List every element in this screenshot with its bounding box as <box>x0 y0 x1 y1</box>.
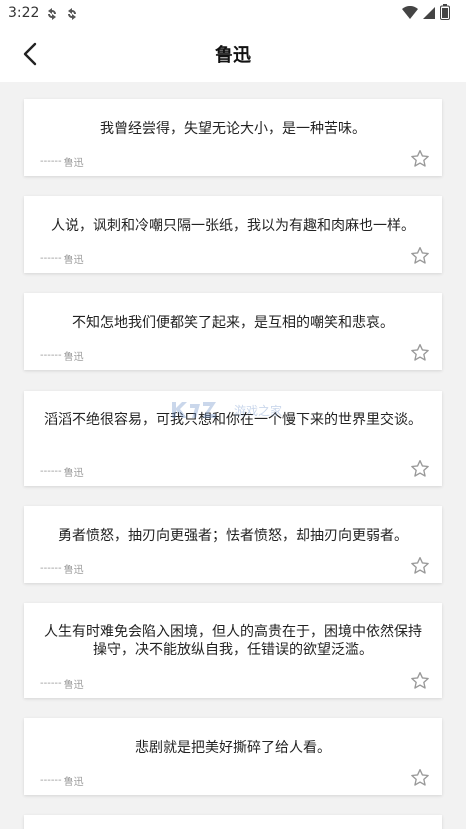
quote-text: 我曾经尝得，失望无论大小，是一种苦味。 <box>100 121 366 137</box>
quote-card[interactable]: 不知怎地我们便都笑了起来，是互相的嘲笑和悲哀。 ------ 鲁迅 <box>24 293 442 370</box>
favorite-star-icon[interactable] <box>410 246 430 266</box>
author-dashes: ------ <box>40 350 62 361</box>
status-bar: 3:22 <box>0 0 466 26</box>
quote-text: 勇者愤怒，抽刃向更强者；怯者愤怒，却抽刃向更弱者。 <box>58 528 408 544</box>
author-name: 鲁迅 <box>63 680 84 691</box>
page-title: 鲁迅 <box>215 45 251 66</box>
author-name: 鲁迅 <box>63 468 84 479</box>
quote-card[interactable]: 勇者愤怒，抽刃向更强者；怯者愤怒，却抽刃向更弱者。 ------ 鲁迅 <box>24 506 442 583</box>
quote-author: ------ 鲁迅 <box>40 561 84 576</box>
quote-card-partial[interactable] <box>24 815 442 829</box>
author-name: 鲁迅 <box>63 352 84 363</box>
quote-author: ------ 鲁迅 <box>40 773 84 788</box>
quote-text: 悲剧就是把美好撕碎了给人看。 <box>135 740 331 756</box>
author-name: 鲁迅 <box>63 565 84 576</box>
app-bar: 鲁迅 <box>0 26 466 82</box>
quote-text: 滔滔不绝很容易，可我只想和你在一个慢下来的世界里交谈。 <box>44 412 422 428</box>
author-dashes: ------ <box>40 678 62 689</box>
favorite-star-icon[interactable] <box>410 343 430 363</box>
sync-icon <box>65 6 79 20</box>
quote-list[interactable]: 我曾经尝得，失望无论大小，是一种苦味。 ------ 鲁迅 人说，讽刺和冷嘲只隔… <box>0 82 466 829</box>
favorite-star-icon[interactable] <box>410 459 430 479</box>
favorite-star-icon[interactable] <box>410 149 430 169</box>
author-dashes: ------ <box>40 775 62 786</box>
favorite-star-icon[interactable] <box>410 556 430 576</box>
quote-card[interactable]: 人生有时难免会陷入困境，但人的高贵在于，困境中依然保持操守，决不能放纵自我，任错… <box>24 603 442 698</box>
quote-card[interactable]: 滔滔不绝很容易，可我只想和你在一个慢下来的世界里交谈。 ------ 鲁迅 <box>24 391 442 486</box>
author-dashes: ------ <box>40 563 62 574</box>
author-name: 鲁迅 <box>63 158 84 169</box>
quote-text: 不知怎地我们便都笑了起来，是互相的嘲笑和悲哀。 <box>72 315 394 331</box>
favorite-star-icon[interactable] <box>410 768 430 788</box>
quote-author: ------ 鲁迅 <box>40 348 84 363</box>
author-dashes: ------ <box>40 156 62 167</box>
battery-icon <box>440 4 450 24</box>
quote-author: ------ 鲁迅 <box>40 464 84 479</box>
quote-author: ------ 鲁迅 <box>40 251 84 266</box>
quote-card[interactable]: 悲剧就是把美好撕碎了给人看。 ------ 鲁迅 <box>24 718 442 795</box>
author-name: 鲁迅 <box>63 777 84 788</box>
favorite-star-icon[interactable] <box>410 671 430 691</box>
author-dashes: ------ <box>40 466 62 477</box>
quote-text: 人生有时难免会陷入困境，但人的高贵在于，困境中依然保持操守，决不能放纵自我，任错… <box>44 624 422 658</box>
quote-text: 人说，讽刺和冷嘲只隔一张纸，我以为有趣和肉麻也一样。 <box>51 218 415 234</box>
sync-icon <box>45 6 59 20</box>
wifi-icon <box>402 5 418 24</box>
author-name: 鲁迅 <box>63 255 84 266</box>
quote-author: ------ 鲁迅 <box>40 676 84 691</box>
quote-card[interactable]: 人说，讽刺和冷嘲只隔一张纸，我以为有趣和肉麻也一样。 ------ 鲁迅 <box>24 196 442 273</box>
signal-icon <box>422 5 436 24</box>
quote-author: ------ 鲁迅 <box>40 154 84 169</box>
status-time: 3:22 <box>8 5 40 21</box>
back-arrow-icon[interactable] <box>16 40 44 68</box>
author-dashes: ------ <box>40 253 62 264</box>
quote-card[interactable]: 我曾经尝得，失望无论大小，是一种苦味。 ------ 鲁迅 <box>24 99 442 176</box>
